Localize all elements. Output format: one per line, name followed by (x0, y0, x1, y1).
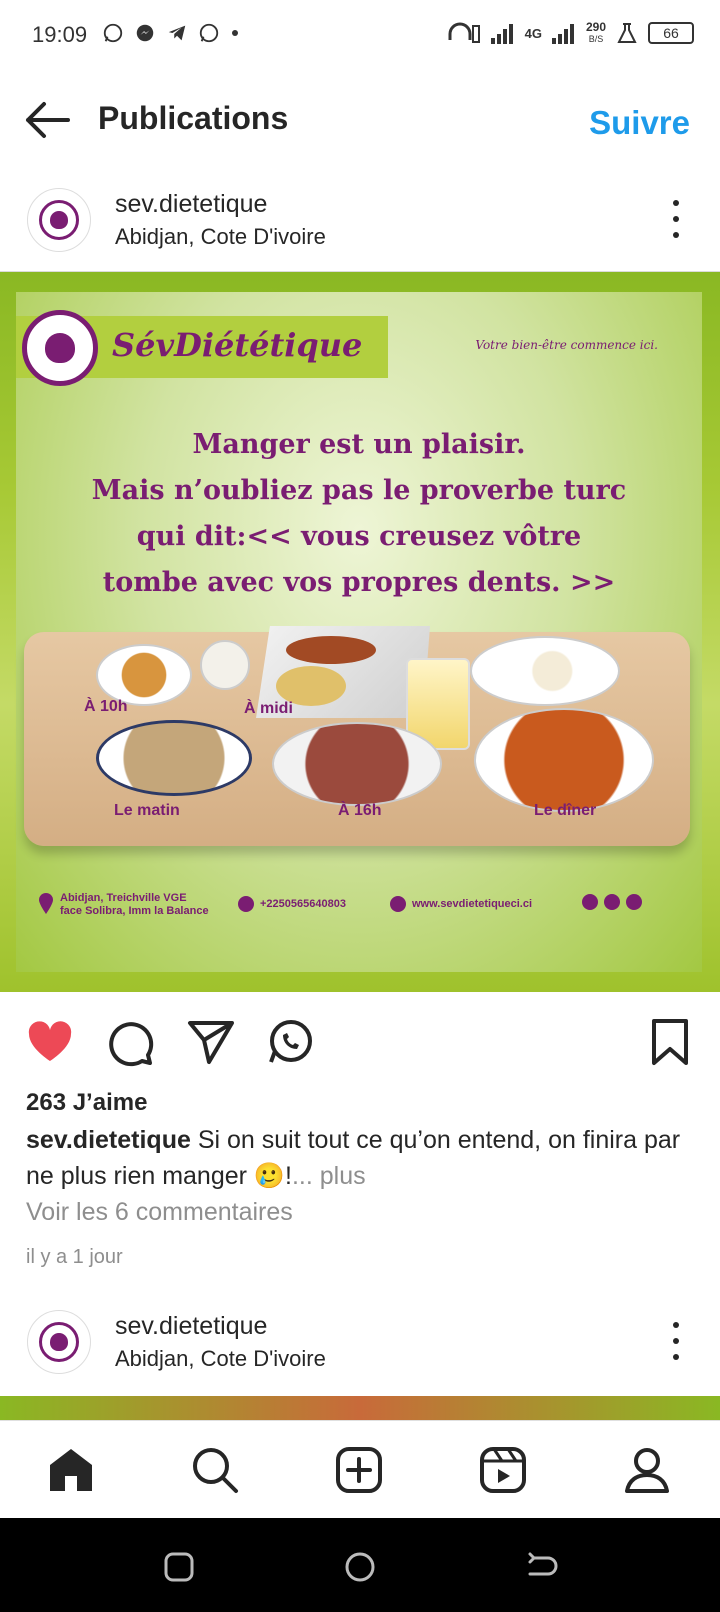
recents-icon[interactable] (162, 1550, 196, 1584)
bookmark-icon[interactable] (645, 1017, 695, 1067)
contact-phone: +2250565640803 (238, 896, 346, 912)
battery-indicator: 66 (648, 22, 694, 44)
brand-logo-icon (22, 310, 98, 386)
location-pin-icon (39, 893, 53, 914)
network-type: 4G (524, 25, 542, 41)
like-count[interactable]: 263 J’aime (26, 1089, 147, 1117)
peanuts-plate (272, 722, 442, 806)
messenger-icon (136, 24, 154, 42)
new-post-icon[interactable] (334, 1445, 384, 1495)
brand-tagline: Votre bien-être commence ici. (475, 338, 658, 352)
next-post-image[interactable] (0, 1396, 720, 1420)
contact-website: www.sevdietetiqueci.ci (390, 896, 532, 912)
whatsapp-icon (604, 894, 621, 910)
post-image[interactable]: SévDiététique Votre bien-être commence i… (0, 272, 720, 992)
post-caption: sev.dietetique Si on suit tout ce qu’on … (26, 1122, 696, 1194)
fritters-plate (96, 644, 192, 706)
sauce-bowl (474, 708, 654, 812)
instagram-icon (626, 894, 643, 910)
follow-button[interactable]: Suivre (589, 104, 690, 142)
signal-icon (490, 24, 513, 44)
post-header: sev.dietetique Abidjan, Cote D'ivoire (0, 188, 720, 268)
quote-text: Manger est un plaisir. Mais n’oubliez pa… (91, 429, 627, 598)
apple-icon (50, 1333, 68, 1351)
porridge-bowl (96, 720, 252, 796)
brand-name: SévDiététique (112, 326, 363, 364)
dot-icon (232, 30, 238, 36)
more-options-icon[interactable] (672, 200, 680, 238)
post-location[interactable]: Abidjan, Cote D'ivoire (115, 1346, 326, 1372)
caption-username[interactable]: sev.dietetique (26, 1126, 191, 1154)
comment-icon[interactable] (105, 1017, 155, 1067)
social-icons (582, 894, 648, 910)
signal-icon (551, 24, 574, 44)
whatsapp-share-icon[interactable] (265, 1017, 315, 1067)
more-options-icon[interactable] (672, 1322, 680, 1360)
food-tray: À 10h À midi Le matin À 16h Le dîner (24, 626, 690, 846)
share-icon[interactable] (185, 1017, 235, 1067)
contact-address: Abidjan, Treichville VGE face Solibra, I… (38, 892, 209, 918)
profile-icon[interactable] (622, 1445, 672, 1495)
facebook-icon (582, 894, 598, 910)
system-navigation-bar (0, 1518, 720, 1612)
avatar[interactable] (27, 1310, 91, 1374)
heart-icon[interactable] (25, 1017, 75, 1067)
brand-logo-icon (39, 200, 79, 240)
phone-icon (238, 896, 254, 912)
post-time: il y a 1 jour (26, 1246, 123, 1268)
headset-icon (448, 22, 480, 43)
meal-label-10h: À 10h (84, 698, 128, 715)
status-time: 19:09 (32, 22, 88, 47)
status-bar: 19:09 4G 290 B/S 66 (0, 0, 720, 72)
meal-label-diner: Le dîner (534, 802, 597, 819)
meal-label-16h: À 16h (338, 802, 382, 819)
reels-icon[interactable] (478, 1445, 528, 1495)
back-arrow-icon[interactable] (22, 98, 74, 142)
app-header: Publications Suivre (0, 80, 720, 160)
net-speed: 290 B/S (585, 20, 606, 44)
post-location[interactable]: Abidjan, Cote D'ivoire (115, 224, 326, 250)
search-icon[interactable] (190, 1445, 240, 1495)
whatsapp-icon (103, 23, 123, 43)
post-actions (0, 1015, 720, 1075)
meal-label-matin: Le matin (114, 802, 180, 819)
foutou-plate (470, 636, 620, 706)
status-right: 4G 290 B/S 66 (447, 20, 694, 46)
bottom-navigation (0, 1420, 720, 1518)
globe-icon (390, 896, 406, 912)
apple-icon (50, 211, 68, 229)
yogurt-bowl (200, 640, 250, 690)
view-comments-link[interactable]: Voir les 6 commentaires (26, 1198, 293, 1227)
back-button-icon[interactable] (524, 1550, 558, 1584)
post-image-artwork: SévDiététique Votre bien-être commence i… (16, 292, 702, 972)
telegram-icon (168, 25, 186, 41)
post-username[interactable]: sev.dietetique (115, 190, 267, 219)
caption-more-link[interactable]: ... plus (292, 1162, 366, 1190)
brand-logo-icon (39, 1322, 79, 1362)
whatsapp-icon (199, 23, 219, 43)
meal-label-midi: À midi (244, 700, 293, 717)
notification-icons (102, 22, 240, 44)
next-post-header: sev.dietetique Abidjan, Cote D'ivoire (0, 1310, 720, 1390)
home-icon[interactable] (46, 1445, 96, 1495)
home-button-icon[interactable] (343, 1550, 377, 1584)
apple-icon (45, 333, 75, 363)
avatar[interactable] (27, 188, 91, 252)
flask-icon (617, 23, 637, 43)
post-username[interactable]: sev.dietetique (115, 1312, 267, 1341)
page-title: Publications (98, 100, 289, 136)
